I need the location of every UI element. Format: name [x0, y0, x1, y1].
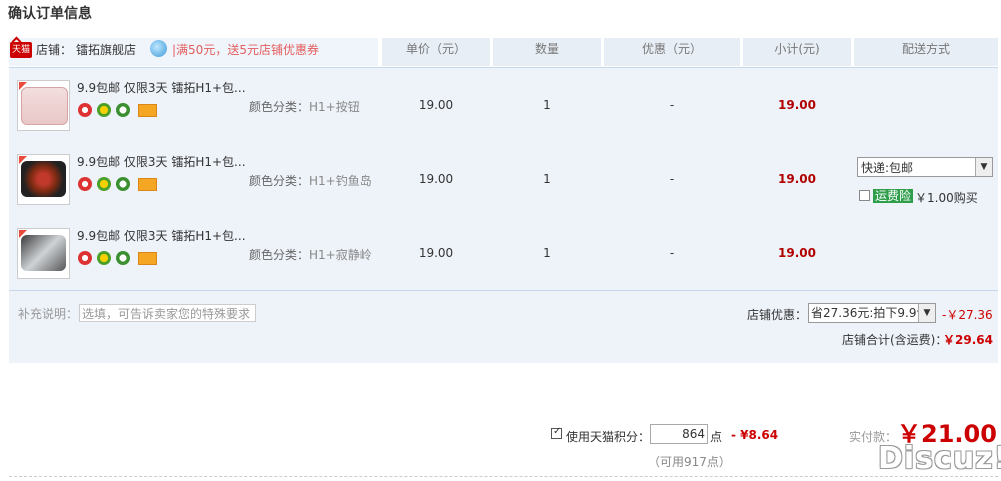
item-title-link[interactable]: 9.9包邮 仅限3天 镭拓H1+包...: [77, 79, 247, 96]
flower-icon: [97, 251, 111, 265]
insurance-price: ￥1.00购买: [915, 191, 978, 205]
item-sku: 颜色分类：H1+钓鱼岛: [249, 172, 372, 189]
remarks-input[interactable]: 选填，可告诉卖家您的特殊要求: [79, 304, 256, 322]
credit-card-icon: [138, 252, 157, 265]
red-dragon-mousepad-image: [21, 161, 66, 197]
shipping-selected-value: 快递:包邮: [861, 161, 914, 175]
points-deduction: - ¥8.64: [731, 428, 779, 442]
shop-promo-text: |满50元，送5元店铺优惠券: [172, 43, 319, 57]
chevron-down-icon: ▼: [975, 158, 992, 176]
item-subtotal: 19.00: [778, 172, 816, 186]
item-sku: 颜色分类：H1+按钮: [249, 98, 360, 115]
item-title-link[interactable]: 9.9包邮 仅限3天 镭拓H1+包...: [77, 153, 247, 170]
item-thumbnail[interactable]: [17, 80, 70, 131]
item-qty: 1: [543, 172, 551, 186]
genuine-icon: [116, 103, 130, 117]
credit-card-icon: [138, 104, 157, 117]
item-subtotal: 19.00: [778, 246, 816, 260]
insurance-checkbox[interactable]: [859, 190, 870, 201]
discuz-watermark: Discuz!: [878, 441, 1001, 476]
item-price: 19.00: [418, 246, 454, 260]
shipping-method-select[interactable]: 快递:包邮 ▼: [857, 157, 993, 177]
item-qty: 1: [543, 246, 551, 260]
page-title: 确认订单信息: [8, 6, 92, 22]
shop-total-value: ￥29.64: [943, 333, 993, 347]
white-keyboard-mousepad-image: [21, 87, 68, 125]
flower-icon: [97, 103, 111, 117]
sku-value: H1+按钮: [309, 100, 360, 114]
seven-day-return-icon: [78, 177, 92, 191]
credit-card-icon: [138, 178, 157, 191]
use-points-label: 使用天猫积分：: [566, 430, 651, 444]
item-discount: -: [669, 172, 675, 186]
sku-label: 颜色分类：: [249, 248, 310, 262]
item-discount: -: [669, 98, 675, 112]
column-header-subtotal: 小计(元): [743, 38, 851, 66]
shop-discount-select[interactable]: 省27.36元:拍下9.9包 ▼: [808, 303, 936, 323]
item-price: 19.00: [418, 172, 454, 186]
column-header-shipping: 配送方式: [854, 38, 998, 66]
item-qty: 1: [543, 98, 551, 112]
tmall-logo-icon: 天猫: [10, 42, 32, 58]
item-price: 19.00: [418, 98, 454, 112]
wangwang-chat-icon[interactable]: [150, 40, 167, 57]
points-available: （可用917点）: [648, 455, 731, 469]
column-header-price: 单价（元）: [382, 38, 490, 66]
corner-tag-icon: [19, 82, 27, 90]
grey-landscape-mousepad-image: [21, 235, 66, 271]
points-unit: 点: [710, 430, 723, 444]
corner-tag-icon: [19, 230, 27, 238]
remarks-section: [9, 290, 998, 363]
seven-day-return-icon: [78, 251, 92, 265]
seven-day-return-icon: [78, 103, 92, 117]
insurance-badge: 运费险: [873, 189, 914, 203]
item-subtotal: 19.00: [778, 98, 816, 112]
points-input[interactable]: 864: [650, 424, 708, 444]
shop-label: 店铺：: [36, 43, 73, 57]
item-sku: 颜色分类：H1+寂静岭: [249, 246, 372, 263]
item-thumbnail[interactable]: [17, 228, 70, 279]
shop-discount-label: 店铺优惠：: [747, 308, 808, 322]
item-title-link[interactable]: 9.9包邮 仅限3天 镭拓H1+包...: [77, 227, 247, 244]
sku-label: 颜色分类：: [249, 100, 310, 114]
sku-value: H1+寂静岭: [309, 248, 372, 262]
column-header-discount: 优惠（元）: [604, 38, 740, 66]
flower-icon: [97, 177, 111, 191]
check-icon: ✓: [553, 426, 562, 437]
sku-value: H1+钓鱼岛: [309, 174, 372, 188]
shop-discount-selected: 省27.36元:拍下9.9包: [811, 306, 929, 320]
shop-name-link[interactable]: 镭拓旗舰店: [76, 41, 136, 58]
chevron-down-icon: ▼: [918, 304, 935, 322]
shop-total-label: 店铺合计(含运费)：: [842, 333, 948, 347]
sku-label: 颜色分类：: [249, 174, 310, 188]
item-discount: -: [669, 246, 675, 260]
column-header-qty: 数量: [493, 38, 601, 66]
remarks-label: 补充说明：: [18, 307, 79, 321]
use-points-checkbox[interactable]: ✓: [551, 426, 562, 439]
corner-tag-icon: [19, 156, 27, 164]
genuine-icon: [116, 251, 130, 265]
genuine-icon: [116, 177, 130, 191]
shop-discount-value: -￥27.36: [942, 308, 993, 322]
divider: [9, 476, 998, 477]
item-thumbnail[interactable]: [17, 154, 70, 205]
